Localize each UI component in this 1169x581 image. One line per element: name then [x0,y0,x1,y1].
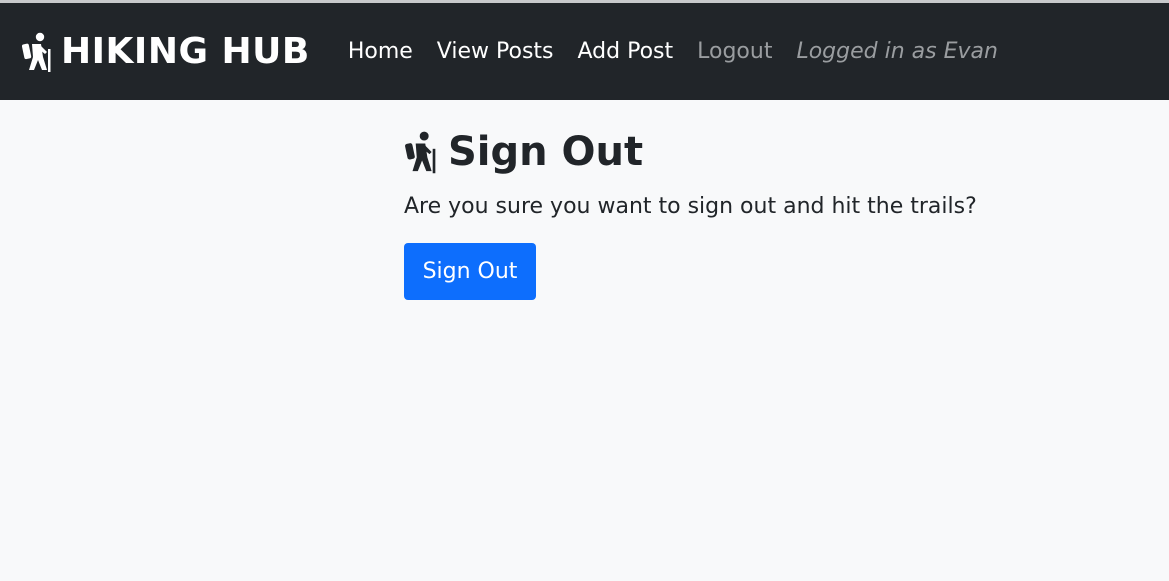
top-navbar: HIKING HUB Home View Posts Add Post Logo… [0,3,1169,100]
nav-link-home[interactable]: Home [348,39,413,64]
nav-link-add-post[interactable]: Add Post [578,39,674,64]
brand-link[interactable]: HIKING HUB [21,31,310,72]
nav-link-view-posts[interactable]: View Posts [437,39,554,64]
page-title: Sign Out [448,129,644,175]
logged-in-status: Logged in as Evan [796,39,998,64]
sign-out-button[interactable]: Sign Out [404,243,536,300]
sign-out-message: Are you sure you want to sign out and hi… [404,194,977,219]
brand-name: HIKING HUB [61,31,310,72]
main-content: Sign Out Are you sure you want to sign o… [404,127,977,300]
page-title-row: Sign Out [404,127,977,177]
nav-links: Home View Posts Add Post Logout Logged i… [348,39,998,64]
hiking-person-icon [21,32,53,72]
hiking-person-icon [404,130,438,174]
nav-link-logout[interactable]: Logout [697,39,772,64]
